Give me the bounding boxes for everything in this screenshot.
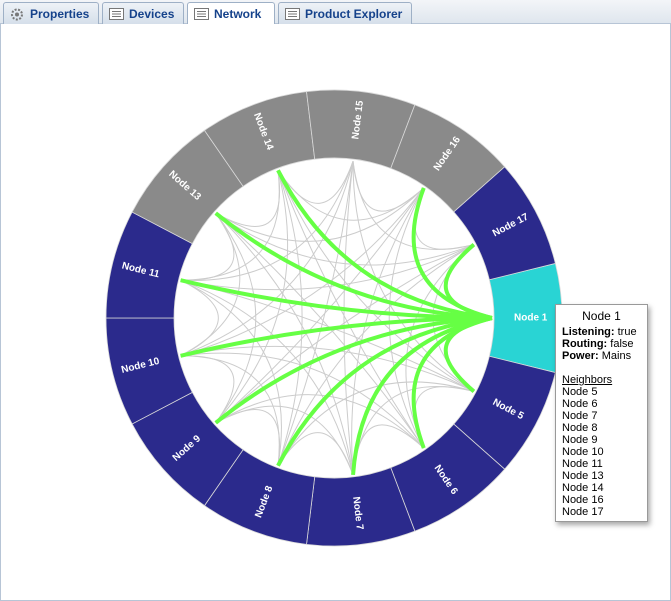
node-tooltip: Node 1 Listening: true Routing: false Po… (555, 304, 648, 522)
neighbor-item: Node 13 (562, 470, 604, 482)
neighbor-item: Node 16 (562, 494, 604, 506)
neighbor-item: Node 17 (562, 506, 604, 518)
tooltip-routing: Routing: false (562, 338, 634, 350)
neighbor-item: Node 10 (562, 446, 604, 458)
neighbor-item: Node 7 (562, 410, 598, 422)
neighbor-item: Node 5 (562, 386, 598, 398)
neighbors-list: Node 5 Node 6 Node 7 Node 8 Node 9 Node 10 Nod… (562, 386, 641, 518)
neighbor-item: Node 14 (562, 482, 604, 494)
link-line (388, 187, 425, 449)
segments-layer: Node 1Node 5Node 6Node 7Node 8Node 9Node… (105, 89, 563, 547)
tooltip-listening: Listening: true (562, 326, 637, 338)
tooltip-power: Power: Mains (562, 350, 632, 362)
neighbors-heading: Neighbors (562, 374, 613, 386)
tooltip-title: Node 1 (582, 309, 621, 323)
links-layer (180, 160, 493, 476)
neighbor-item: Node 6 (562, 398, 598, 410)
neighbor-item: Node 9 (562, 434, 598, 446)
node-label: Node 1 (514, 313, 548, 324)
neighbor-item: Node 11 (562, 458, 603, 470)
neighbor-item: Node 8 (562, 422, 598, 434)
